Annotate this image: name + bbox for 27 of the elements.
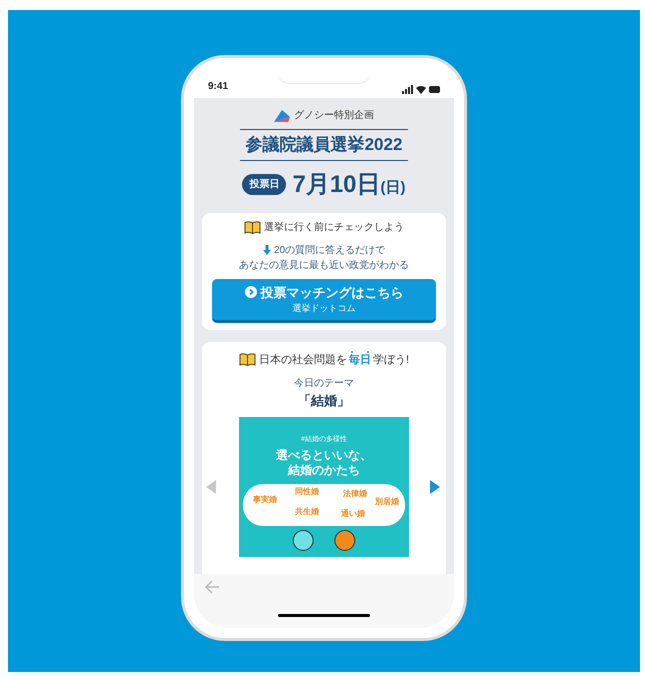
voting-day-badge: 投票日: [242, 174, 286, 195]
card-heading: 選挙に行く前にチェックしよう: [264, 220, 404, 234]
cloud-word: 事実婚: [253, 494, 277, 506]
lead-text: 20の質問に答えるだけで: [274, 244, 386, 258]
back-arrow-icon[interactable]: [204, 580, 220, 594]
cloud-word: 法律婚: [343, 488, 367, 500]
theme-title: 「結婚」: [298, 392, 350, 410]
brand-name: グノシー特別企画: [294, 108, 374, 123]
lead-text: あなたの意見に最も近い政党がわかる: [239, 258, 409, 272]
slide-title: 選べるといいな、 結婚のかたち: [276, 448, 372, 478]
theme-label: 今日のテーマ: [294, 377, 354, 391]
voting-date: 7月10日(日): [292, 170, 406, 200]
next-arrow-button[interactable]: [430, 478, 442, 494]
cloud-word: 同性婚: [295, 486, 319, 498]
matching-button[interactable]: 投票マッチングはこちら 選挙ドットコム: [212, 278, 436, 322]
status-time: 9:41: [208, 80, 228, 94]
brand-logo-icon: [274, 110, 290, 122]
chevron-circle-icon: [244, 286, 256, 298]
book-icon: [244, 220, 261, 234]
down-arrow-icon: [262, 245, 271, 255]
status-icons: [402, 85, 440, 94]
cloud-word: 別居婚: [375, 496, 399, 508]
election-title: 参議院議員選挙2022: [240, 129, 408, 160]
cloud-word: 共生婚: [295, 506, 319, 518]
card-heading: 日本の社会問題を 毎日 学ぼう!: [258, 352, 410, 368]
cloud-word: 通い婚: [341, 508, 365, 520]
book-icon: [238, 353, 256, 366]
